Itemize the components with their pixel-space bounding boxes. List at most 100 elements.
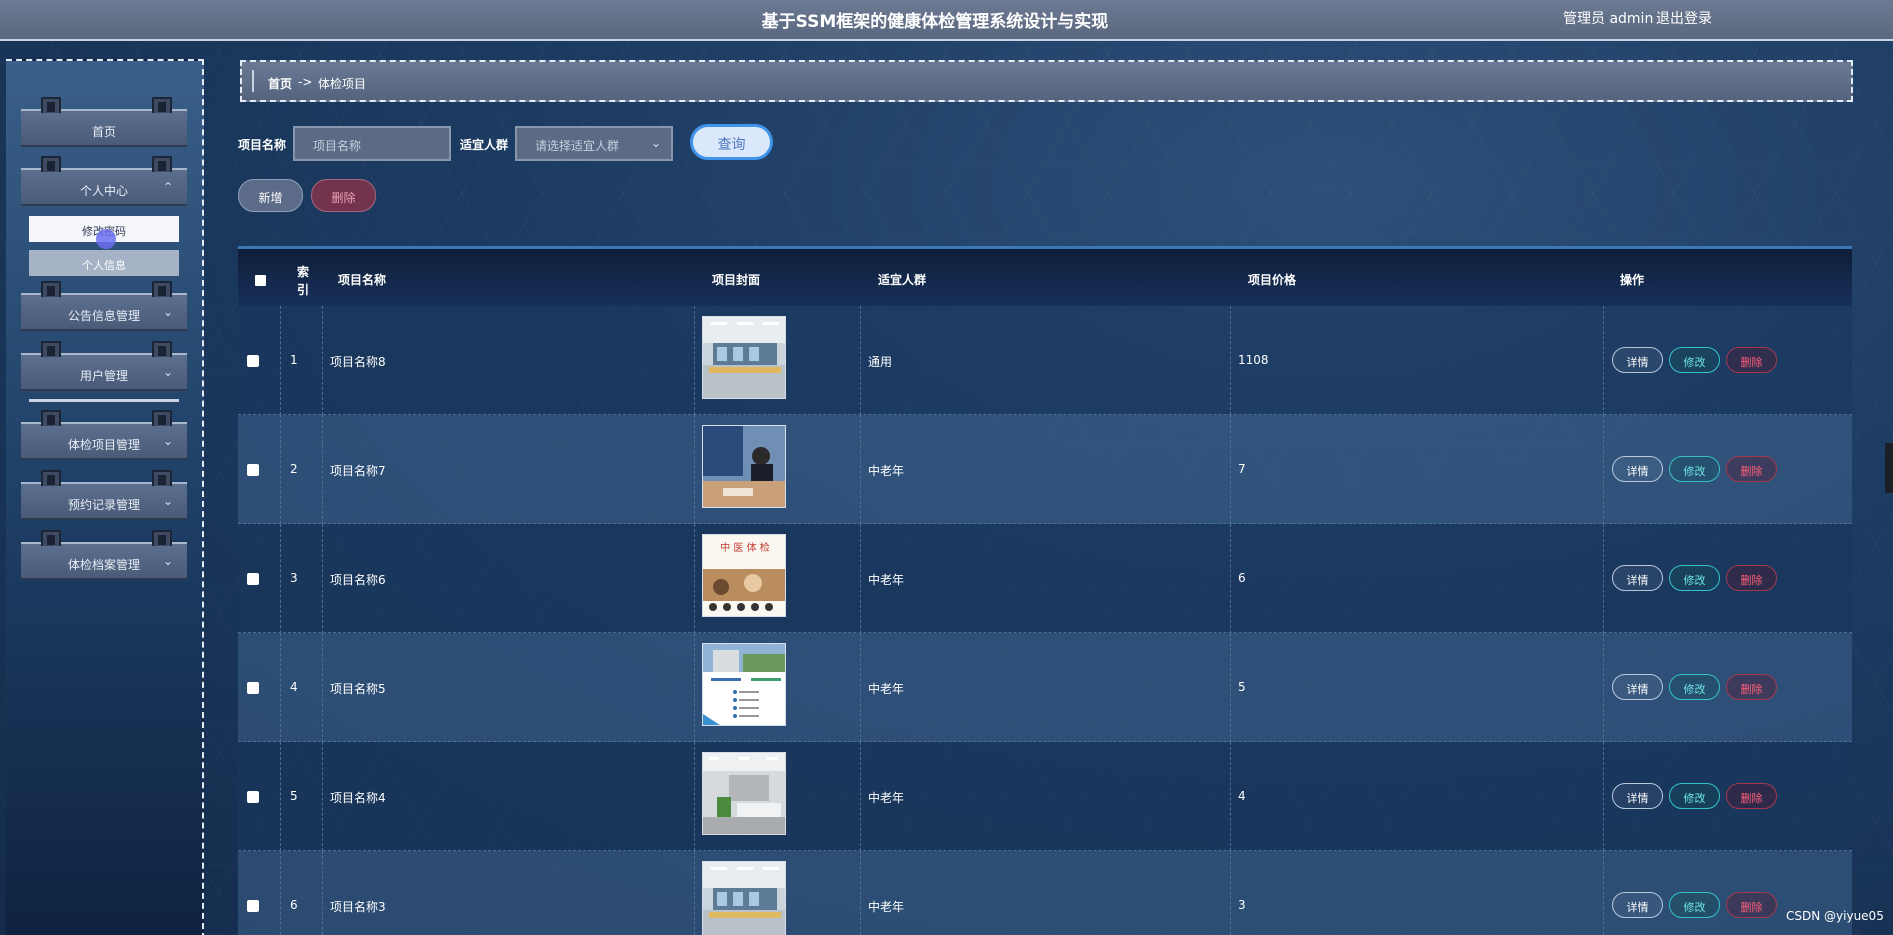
column-divider [280, 633, 281, 742]
row-checkbox[interactable] [247, 355, 259, 367]
chevron-up-icon: ⌃ [162, 180, 173, 194]
detail-button[interactable]: 详情 [1612, 783, 1663, 809]
row-price: 3 [1238, 898, 1246, 912]
sidebar-item-notice-management[interactable]: 公告信息管理 ⌄ [21, 281, 187, 331]
edit-button[interactable]: 修改 [1669, 892, 1720, 918]
column-divider [1603, 851, 1604, 935]
delete-button[interactable]: 删除 [1726, 347, 1777, 373]
project-name-label: 项目名称 [238, 138, 287, 152]
crowd-select[interactable]: 请选择适宜人群 ⌄ [515, 126, 673, 161]
column-divider [694, 633, 695, 742]
row-name: 项目名称3 [330, 900, 386, 914]
add-button[interactable]: 新增 [238, 179, 303, 212]
row-crowd: 中老年 [868, 682, 905, 696]
scrollbar-thumb[interactable] [1885, 443, 1893, 493]
row-checkbox[interactable] [247, 791, 259, 803]
row-index: 6 [290, 898, 298, 912]
column-divider [280, 306, 281, 415]
edit-button[interactable]: 修改 [1669, 456, 1720, 482]
chevron-down-icon: ⌄ [162, 434, 173, 448]
detail-button[interactable]: 详情 [1612, 892, 1663, 918]
chevron-down-icon: ⌄ [162, 365, 173, 379]
edit-button[interactable]: 修改 [1669, 565, 1720, 591]
binder-clip-icon [152, 341, 172, 357]
chevron-down-icon: ⌄ [162, 305, 173, 319]
row-index: 1 [290, 353, 298, 367]
delete-button[interactable]: 删除 [1726, 565, 1777, 591]
detail-button[interactable]: 详情 [1612, 456, 1663, 482]
project-cover-image [702, 316, 786, 399]
column-divider [1603, 633, 1604, 742]
column-divider [280, 742, 281, 851]
current-user: 管理员 admin [1563, 11, 1654, 27]
logout-link[interactable]: 退出登录 [1656, 8, 1712, 28]
row-name: 项目名称5 [330, 682, 386, 696]
select-all-checkbox[interactable] [255, 275, 266, 286]
project-cover-image [702, 752, 786, 835]
sidebar-item-appointment-management[interactable]: 预约记录管理 ⌄ [21, 470, 187, 520]
delete-button[interactable]: 删除 [1726, 892, 1777, 918]
row-name: 项目名称4 [330, 791, 386, 805]
row-checkbox[interactable] [247, 573, 259, 585]
row-crowd: 中老年 [868, 573, 905, 587]
binder-clip-icon [152, 97, 172, 113]
binder-clip-icon [41, 156, 61, 172]
delete-button[interactable]: 删除 [1726, 783, 1777, 809]
binder-clip-icon [152, 156, 172, 172]
breadcrumb-current: 体检项目 [318, 77, 367, 91]
project-name-input[interactable]: 项目名称 [293, 126, 451, 161]
row-checkbox[interactable] [247, 464, 259, 476]
column-divider [694, 415, 695, 524]
sidebar-item-checkup-project-management[interactable]: 体检项目管理 ⌄ [21, 410, 187, 460]
column-divider [1230, 306, 1231, 415]
breadcrumb-home[interactable]: 首页 [268, 75, 292, 92]
binder-clip-icon [41, 530, 61, 546]
column-divider [280, 851, 281, 935]
row-index: 5 [290, 789, 298, 803]
sidebar-item-home[interactable]: 首页 [21, 97, 187, 147]
edit-button[interactable]: 修改 [1669, 783, 1720, 809]
sidebar-item-user-management[interactable]: 用户管理 ⌄ [21, 341, 187, 391]
row-checkbox[interactable] [247, 682, 259, 694]
detail-button[interactable]: 详情 [1612, 674, 1663, 700]
delete-button[interactable]: 删除 [1726, 674, 1777, 700]
batch-delete-button[interactable]: 删除 [311, 179, 376, 212]
sidebar-item-personal-center[interactable]: 个人中心 ⌃ [21, 156, 187, 206]
delete-button[interactable]: 删除 [1726, 456, 1777, 482]
binder-clip-icon [41, 470, 61, 486]
column-header-price: 项目价格 [1248, 273, 1297, 287]
detail-button[interactable]: 详情 [1612, 565, 1663, 591]
binder-clip-icon [41, 341, 61, 357]
submenu-personal-info[interactable]: 个人信息 [29, 250, 179, 276]
table-row: 4 项目名称5 中老年 5 详情 修改 删除 [238, 633, 1852, 742]
column-divider [1230, 742, 1231, 851]
mouse-cursor-icon [96, 229, 116, 249]
binder-clip-icon [152, 530, 172, 546]
column-divider [694, 524, 695, 633]
column-divider [1603, 524, 1604, 633]
row-checkbox[interactable] [247, 900, 259, 912]
sidebar-item-checkup-archive-management[interactable]: 体检档案管理 ⌄ [21, 530, 187, 580]
column-divider [322, 306, 323, 415]
table-row: 2 项目名称7 中老年 7 详情 修改 删除 [238, 415, 1852, 524]
breadcrumb-bar [252, 70, 254, 92]
row-index: 3 [290, 571, 298, 585]
table-row: 5 项目名称4 中老年 4 详情 修改 删除 [238, 742, 1852, 851]
column-divider [860, 851, 861, 935]
edit-button[interactable]: 修改 [1669, 347, 1720, 373]
sidebar: 首页 个人中心 ⌃ 修改密码 个人信息 公告信息管理 ⌄ 用户管理 ⌄ 体检项目… [6, 59, 204, 935]
breadcrumb: 首页 -> 体检项目 [240, 60, 1853, 102]
row-crowd: 中老年 [868, 791, 905, 805]
binder-clip-icon [152, 470, 172, 486]
column-divider [1230, 633, 1231, 742]
row-name: 项目名称6 [330, 573, 386, 587]
table-row: 6 项目名称3 中老年 3 详情 修改 删除 [238, 851, 1852, 935]
edit-button[interactable]: 修改 [1669, 674, 1720, 700]
query-button[interactable]: 查询 [690, 124, 773, 160]
cover-text: 中 医 体 检 [720, 541, 770, 554]
column-divider [280, 524, 281, 633]
column-divider [322, 415, 323, 524]
column-divider [1230, 851, 1231, 935]
detail-button[interactable]: 详情 [1612, 347, 1663, 373]
project-cover-image [702, 643, 786, 726]
